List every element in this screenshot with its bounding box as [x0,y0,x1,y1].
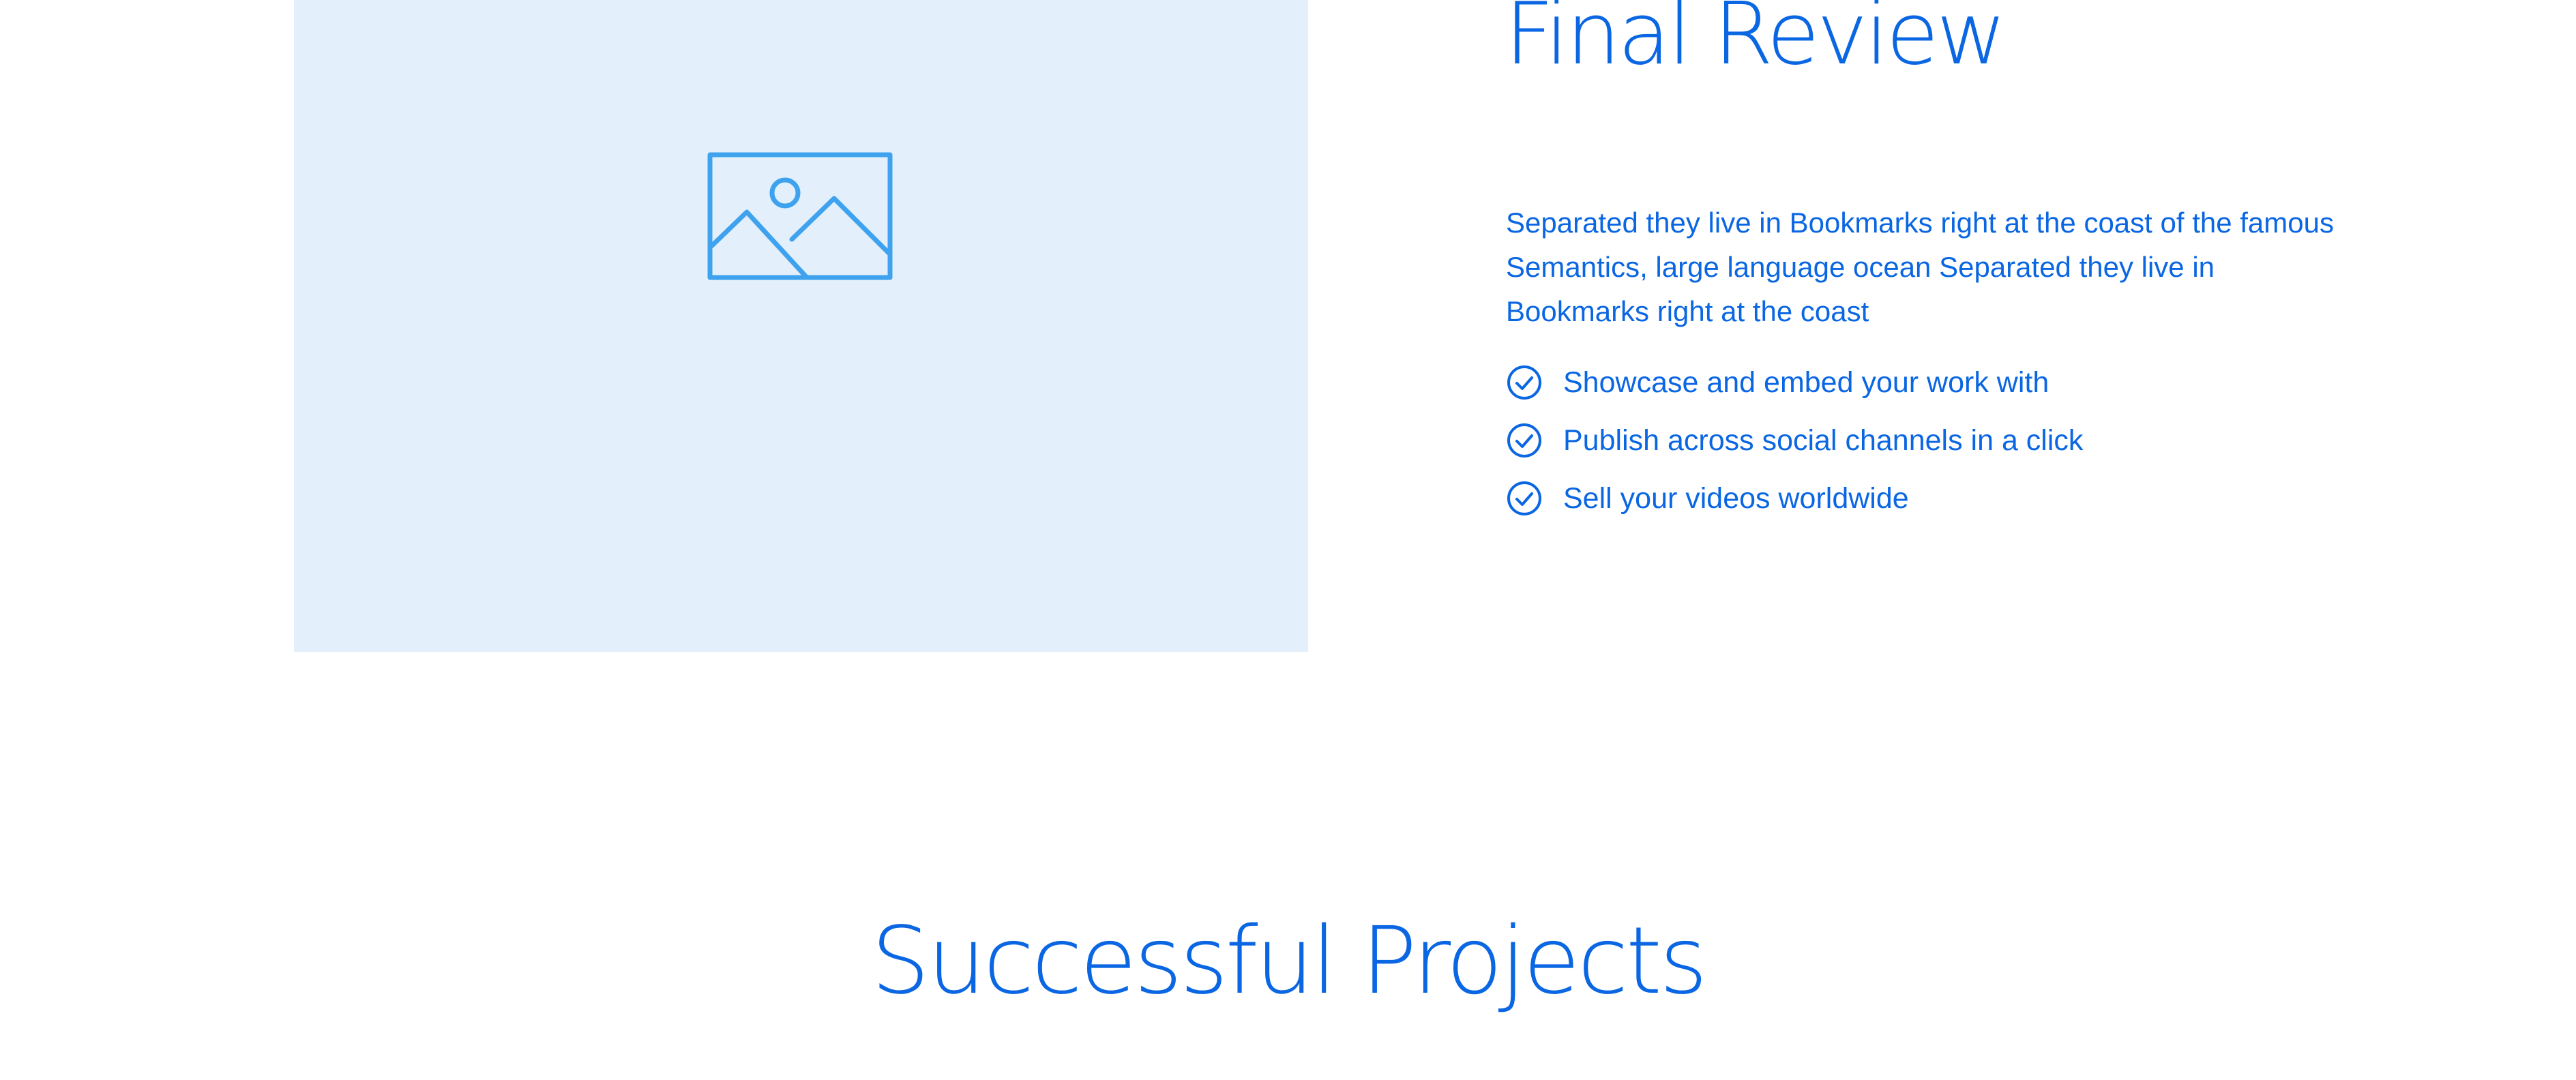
list-item: Publish across social channels in a clic… [1506,411,2083,469]
feature-list: Showcase and embed your work with Publis… [1506,353,2083,527]
list-item-label: Sell your videos worldwide [1563,481,1909,515]
feature-image-placeholder [294,0,1308,652]
list-item: Showcase and embed your work with [1506,353,2083,411]
image-placeholder-icon [707,152,893,280]
feature-title: Final Review [1505,0,2007,84]
check-circle-icon [1507,423,1541,457]
check-circle-icon [1507,481,1541,515]
check-circle-icon [1507,365,1541,400]
section-title-successful-projects: Successful Projects [871,907,1708,1015]
list-item-label: Publish across social channels in a clic… [1563,423,2084,457]
list-item: Sell your videos worldwide [1506,469,2083,527]
feature-description: Separated they live in Bookmarks right a… [1506,207,2334,327]
list-item-label: Showcase and embed your work with [1563,365,2049,399]
